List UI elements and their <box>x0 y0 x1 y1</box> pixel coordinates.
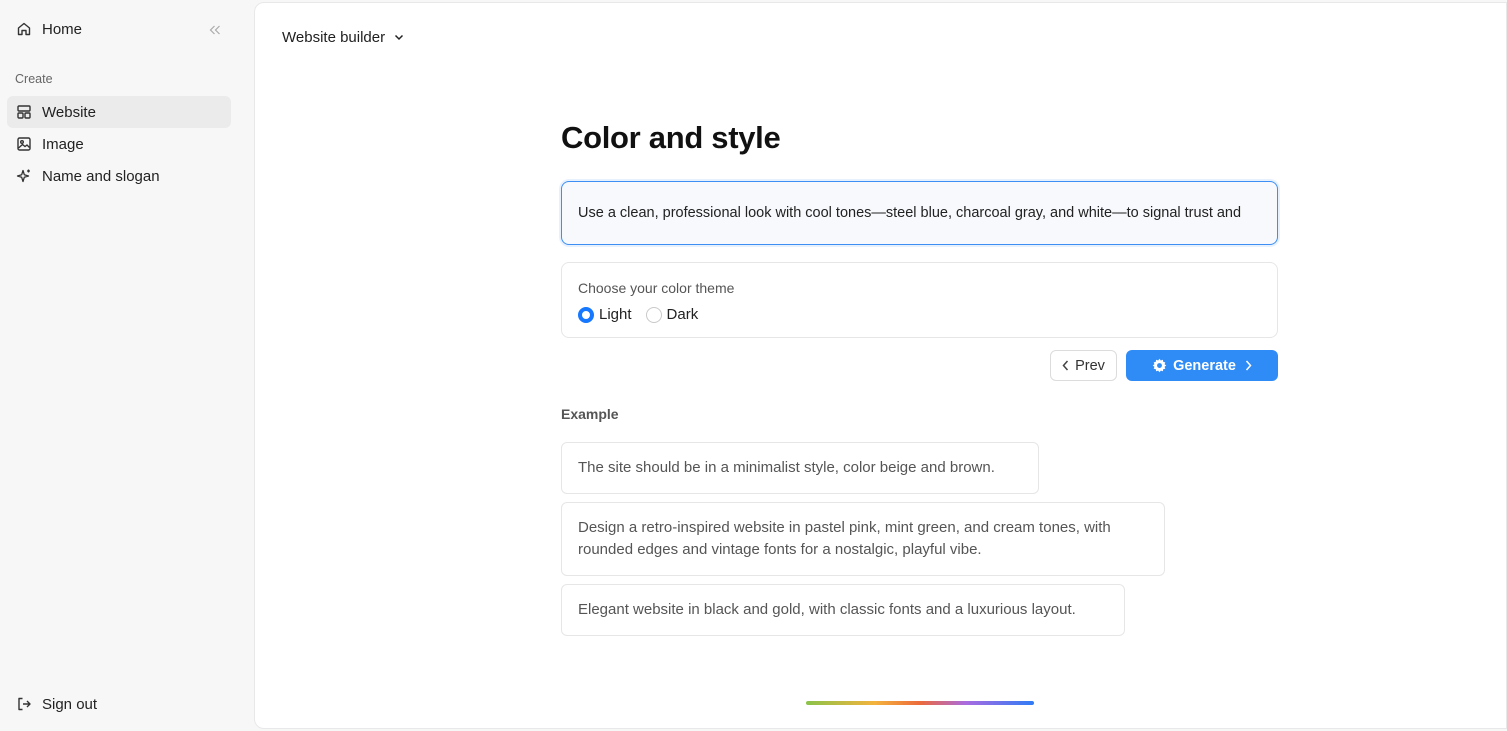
color-theme-label: Choose your color theme <box>578 280 735 296</box>
sidebar-item-name-and-slogan[interactable]: Name and slogan <box>7 160 231 192</box>
generate-button-label: Generate <box>1173 357 1236 374</box>
section-label-create: Create <box>15 72 53 86</box>
sidebar-item-label: Image <box>42 135 84 153</box>
builder-dropdown-label: Website builder <box>282 29 386 46</box>
sign-out-label: Sign out <box>42 695 98 713</box>
color-theme-card: Choose your color theme Light Dark <box>561 262 1278 338</box>
sidebar-item-label: Name and slogan <box>42 167 160 185</box>
chevron-left-icon <box>1062 360 1069 371</box>
sidebar-item-label: Home <box>42 20 83 38</box>
sidebar-item-label: Website <box>42 103 96 121</box>
sign-out-icon <box>15 695 33 713</box>
sidebar-item-image[interactable]: Image <box>7 128 231 160</box>
radio-checked-icon <box>578 306 594 323</box>
example-prompt-card[interactable]: The site should be in a minimalist style… <box>561 442 1039 494</box>
example-heading: Example <box>561 406 619 422</box>
chevron-right-icon <box>1245 360 1252 371</box>
radio-dark[interactable]: Dark <box>645 306 699 323</box>
radio-light[interactable]: Light <box>578 306 632 323</box>
gradient-progress-bar <box>806 701 1034 705</box>
example-prompt-text: The site should be in a minimalist style… <box>578 459 995 476</box>
collapse-sidebar-button[interactable] <box>205 20 225 40</box>
radio-label: Dark <box>666 306 699 323</box>
sidebar: Home Create Website Image Name and sloga… <box>0 0 253 731</box>
radio-unchecked-icon <box>645 306 662 323</box>
example-prompt-card[interactable]: Design a retro-inspired website in paste… <box>561 502 1165 576</box>
example-prompt-text: Elegant website in black and gold, with … <box>578 601 1076 618</box>
generate-button[interactable]: Generate <box>1126 350 1278 381</box>
color-theme-radio-group: Light Dark <box>578 306 712 323</box>
gear-icon <box>1152 358 1167 373</box>
chevron-down-icon <box>394 34 404 41</box>
example-prompt-text: Design a retro-inspired website in paste… <box>578 519 1111 558</box>
prev-button[interactable]: Prev <box>1050 350 1117 381</box>
sparkle-icon <box>15 167 33 185</box>
main-panel: Website builder Color and style Choose y… <box>254 2 1507 729</box>
sidebar-item-website[interactable]: Website <box>7 96 231 128</box>
sign-out-button[interactable]: Sign out <box>7 688 231 720</box>
home-icon <box>15 20 33 38</box>
layout-icon <box>15 103 33 121</box>
example-prompt-card[interactable]: Elegant website in black and gold, with … <box>561 584 1125 636</box>
style-prompt-field[interactable] <box>561 181 1278 245</box>
builder-dropdown[interactable]: Website builder <box>282 29 404 46</box>
sidebar-item-home[interactable]: Home <box>7 13 231 45</box>
prev-button-label: Prev <box>1075 357 1105 374</box>
page-title: Color and style <box>561 120 781 155</box>
image-icon <box>15 135 33 153</box>
style-prompt-input[interactable] <box>578 205 1261 221</box>
radio-label: Light <box>599 306 632 323</box>
